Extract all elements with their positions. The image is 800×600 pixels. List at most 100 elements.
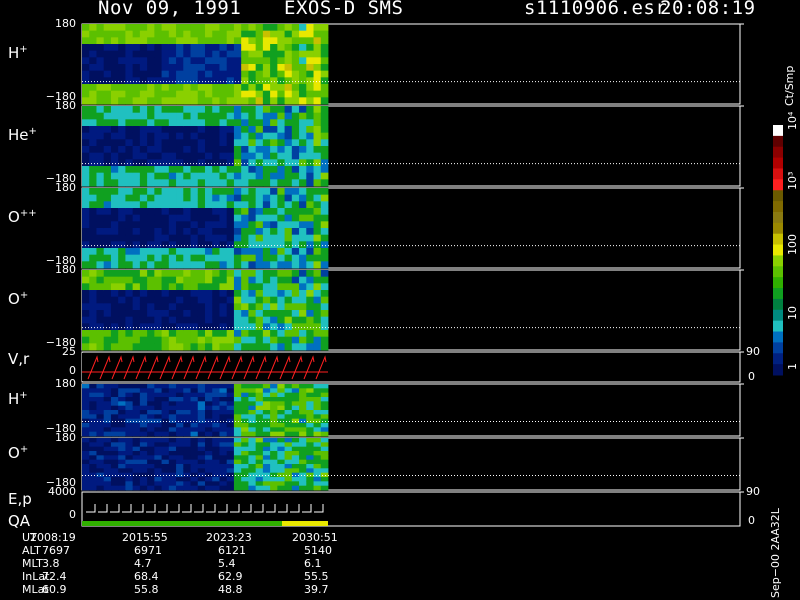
spectrogram-cell bbox=[233, 254, 242, 262]
spectrogram-cell bbox=[118, 201, 126, 209]
spectrogram-cell bbox=[226, 290, 235, 298]
spectrogram-cell bbox=[125, 172, 134, 180]
spectrogram-cell bbox=[299, 468, 307, 474]
spectrogram-cell bbox=[161, 254, 170, 262]
spectrogram-cell bbox=[139, 414, 148, 420]
spectrogram-cell bbox=[154, 296, 162, 304]
colorbar-tick: 100 bbox=[786, 234, 799, 255]
spectrogram-cell bbox=[248, 451, 257, 456]
spectrogram-cell bbox=[255, 126, 264, 134]
spectrogram-cell bbox=[154, 179, 162, 187]
spectrogram-cell bbox=[147, 410, 155, 415]
spectrogram-cell bbox=[306, 179, 314, 187]
spectrogram-cell bbox=[291, 254, 300, 262]
spectrogram-cell bbox=[226, 459, 235, 465]
spectrogram-cell bbox=[96, 44, 105, 52]
spectrogram-cell bbox=[270, 179, 278, 187]
spectrogram-cell bbox=[255, 90, 264, 98]
spectrogram-cell bbox=[205, 112, 213, 120]
panel-label-vr: V,r bbox=[8, 350, 30, 368]
spectrogram-cell bbox=[139, 126, 148, 134]
spectrogram-cell bbox=[306, 323, 314, 331]
spectrogram-cell bbox=[277, 336, 285, 344]
spectrogram-cell bbox=[219, 414, 228, 420]
spectrogram-cell bbox=[313, 50, 322, 58]
spectrogram-cell bbox=[183, 310, 191, 318]
spectrogram-cell bbox=[118, 388, 126, 394]
spectrogram-cell bbox=[291, 146, 300, 154]
spectrogram-cell bbox=[306, 234, 314, 242]
spectrogram-cell bbox=[118, 343, 126, 351]
spectrogram-cell bbox=[306, 57, 314, 65]
spectrogram-cell bbox=[154, 228, 162, 236]
spectrogram-cell bbox=[96, 179, 105, 187]
spectrogram-cell bbox=[226, 208, 235, 216]
spectrogram-cell bbox=[212, 112, 220, 120]
spectrogram-cell bbox=[89, 97, 97, 105]
spectrogram-cell bbox=[226, 442, 235, 448]
spectrogram-cell bbox=[89, 468, 97, 474]
spectrogram-cell bbox=[183, 323, 191, 331]
spectrogram-cell bbox=[197, 442, 206, 448]
spectrogram-cell bbox=[248, 323, 257, 331]
spectrogram-cell bbox=[82, 290, 90, 298]
spectrogram-cell bbox=[233, 241, 242, 249]
spectrogram-cell bbox=[248, 194, 257, 202]
spectrogram-cell bbox=[205, 481, 213, 487]
spectrogram-cell bbox=[176, 254, 184, 262]
spectrogram-cell bbox=[277, 464, 285, 469]
spectrogram-cell bbox=[270, 70, 278, 78]
spectrogram-cell bbox=[241, 70, 249, 78]
spectrogram-cell bbox=[147, 343, 155, 351]
spectrogram-cell bbox=[306, 37, 314, 45]
spectrogram-cell bbox=[284, 451, 293, 456]
spectrogram-cell bbox=[110, 234, 119, 242]
spectrogram-cell bbox=[241, 166, 249, 174]
spectrogram-cell bbox=[110, 388, 119, 394]
spectrogram-cell bbox=[190, 336, 199, 344]
spectrogram-cell bbox=[212, 310, 220, 318]
colorbar-segment bbox=[773, 168, 783, 180]
spectrogram-cell bbox=[306, 485, 314, 491]
spectrogram-cell bbox=[118, 159, 126, 167]
spectrogram-cell bbox=[103, 179, 112, 187]
spectrogram-cell bbox=[190, 64, 199, 72]
spectrogram-cell bbox=[284, 336, 293, 344]
spectrogram-cell bbox=[299, 228, 307, 236]
spectrogram-cell bbox=[118, 290, 126, 298]
spectrogram-cell bbox=[103, 418, 112, 424]
spectrogram-cell bbox=[299, 384, 307, 389]
spectrogram-cell bbox=[82, 37, 90, 45]
spectrogram-cell bbox=[255, 166, 264, 174]
spectrogram-cell bbox=[147, 194, 155, 202]
spectrogram-cell bbox=[118, 397, 126, 402]
spectrogram-cell bbox=[125, 24, 134, 32]
spectrogram-cell bbox=[183, 254, 191, 262]
spectrogram-cell bbox=[89, 414, 97, 420]
spectrogram-cell bbox=[284, 228, 293, 236]
spectrogram-cell bbox=[139, 159, 148, 167]
spectrogram-cell bbox=[306, 438, 314, 443]
spectrogram-cell bbox=[89, 37, 97, 45]
spectrogram-cell bbox=[277, 303, 285, 311]
spectrogram-cell bbox=[291, 188, 300, 196]
spectrogram-cell bbox=[176, 64, 184, 72]
spectrogram-cell bbox=[161, 221, 170, 229]
spectrogram-cell bbox=[320, 446, 329, 452]
spectrogram-cell bbox=[320, 228, 329, 236]
spectrogram-cell bbox=[96, 384, 105, 389]
spectrogram-cell bbox=[197, 481, 206, 487]
spectrogram-cell bbox=[233, 84, 242, 92]
spectrogram-cell bbox=[255, 316, 264, 324]
spectrogram-cell bbox=[255, 310, 264, 318]
spectrogram-cell bbox=[89, 296, 97, 304]
spectrogram-cell bbox=[89, 303, 97, 311]
spectrogram-cell bbox=[147, 431, 155, 437]
spectrogram-cell bbox=[161, 410, 170, 415]
spectrogram-cell bbox=[190, 455, 199, 461]
spectrogram-cell bbox=[241, 159, 249, 167]
spectrogram-cell bbox=[161, 248, 170, 256]
spectrogram-cell bbox=[183, 126, 191, 134]
spectrogram-cell bbox=[270, 64, 278, 72]
spectrogram-cell bbox=[233, 194, 242, 202]
